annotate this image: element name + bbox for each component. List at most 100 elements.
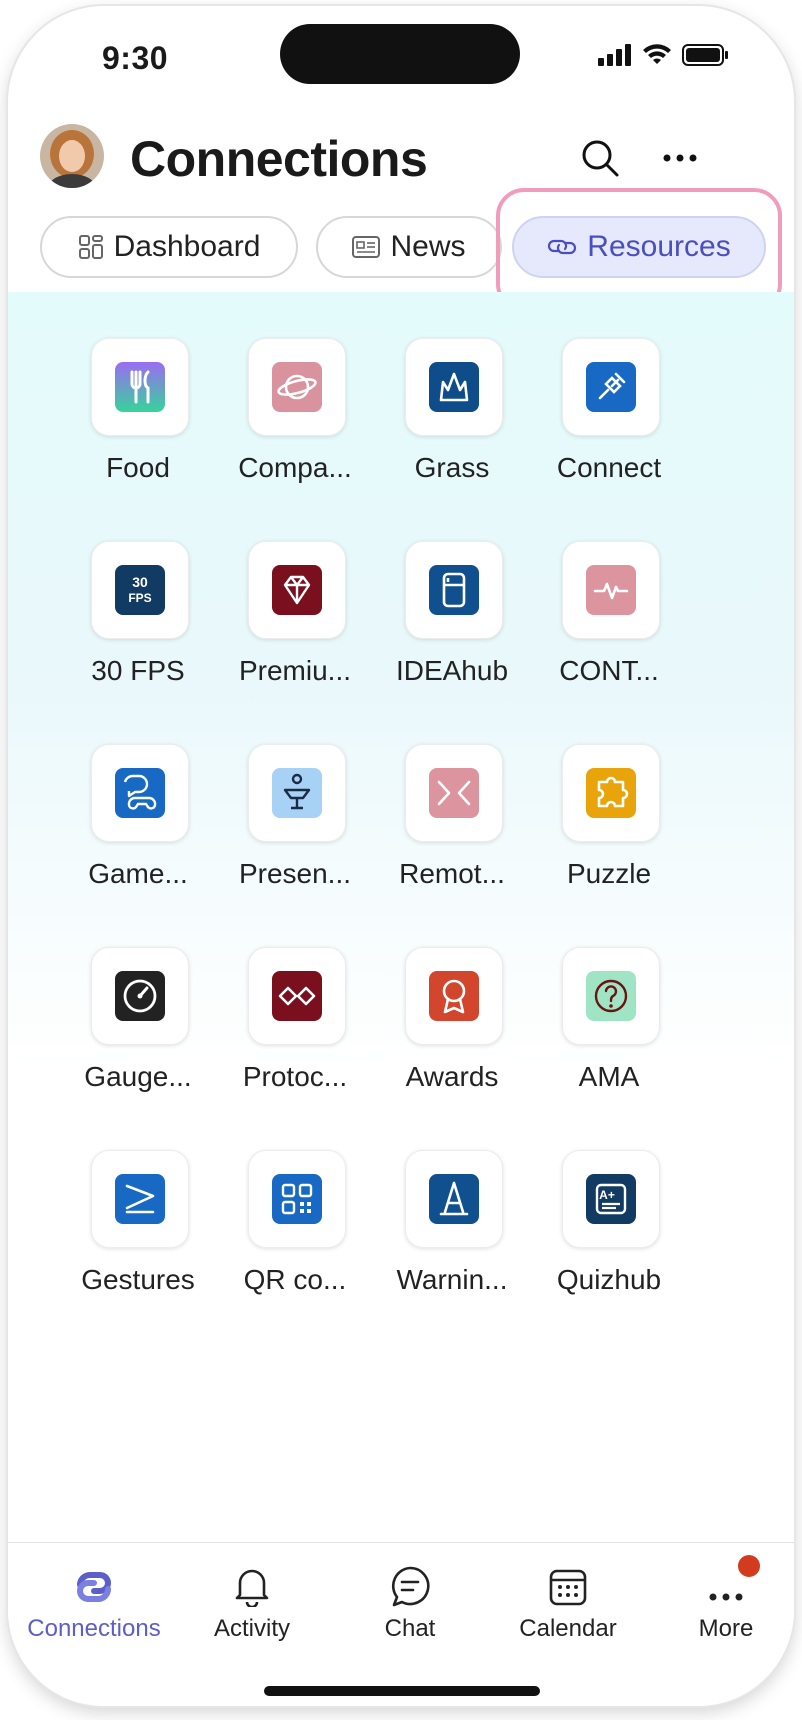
more-options-button[interactable]	[656, 134, 704, 182]
tab-news[interactable]: News	[316, 216, 502, 278]
app-tile-card	[91, 1150, 189, 1248]
nav-more-label: More	[698, 1615, 754, 1642]
gamepad-chat-icon	[115, 768, 165, 818]
search-button[interactable]	[576, 134, 624, 182]
app-tile-card	[248, 744, 346, 842]
bell-icon	[235, 1569, 269, 1607]
nav-chat[interactable]: Chat	[330, 1561, 490, 1643]
app-label: Game...	[88, 858, 188, 889]
app-tile-card	[405, 947, 503, 1045]
app-tile[interactable]: QR co...	[215, 1104, 375, 1295]
app-tile-card	[562, 541, 660, 639]
app-tile[interactable]: Awards	[372, 901, 532, 1092]
question-icon	[586, 971, 636, 1021]
dashboard-icon	[78, 235, 103, 259]
app-tile-card	[405, 1150, 503, 1248]
signal-icon	[598, 44, 631, 66]
app-tile-card	[562, 947, 660, 1045]
remote-icon	[429, 768, 479, 818]
app-label: Protoc...	[242, 1061, 348, 1092]
app-tile[interactable]: IDEAhub	[372, 495, 532, 686]
app-tile-card	[405, 338, 503, 436]
quiz-icon: A+	[586, 1174, 636, 1224]
app-tile[interactable]: 30 FPS 30 FPS	[58, 495, 218, 686]
nav-connections[interactable]: Connections	[14, 1561, 174, 1643]
app-tile[interactable]: Gestures	[58, 1104, 218, 1295]
app-label: Compa...	[238, 452, 352, 483]
app-label: 30 FPS	[91, 655, 185, 686]
nav-calendar-label: Calendar	[519, 1615, 617, 1642]
app-tile-card	[562, 744, 660, 842]
app-tile[interactable]: Game...	[58, 698, 218, 889]
app-tile-card	[405, 541, 503, 639]
app-tile[interactable]: Presen...	[215, 698, 375, 889]
protocol-icon	[272, 971, 322, 1021]
tab-dashboard[interactable]: Dashboard	[40, 216, 298, 278]
app-label: Presen...	[238, 858, 352, 889]
app-tile-card	[91, 338, 189, 436]
nav-activity[interactable]: Activity	[172, 1561, 332, 1643]
app-tile[interactable]: Warnin...	[372, 1104, 532, 1295]
nav-activity-label: Activity	[213, 1615, 290, 1642]
app-label: Warnin...	[396, 1264, 508, 1295]
app-label: AMA	[578, 1061, 640, 1092]
app-tile[interactable]: Food	[58, 292, 218, 483]
notification-badge	[738, 1555, 760, 1577]
warning-cone-icon	[429, 1174, 479, 1224]
app-tile[interactable]: Remot...	[372, 698, 532, 889]
app-label: Quizhub	[556, 1264, 662, 1295]
app-tile[interactable]: CONT...	[529, 495, 689, 686]
app-label: Grass	[414, 452, 490, 483]
avatar[interactable]	[40, 124, 104, 188]
puzzle-icon	[586, 768, 636, 818]
svg-text:30: 30	[132, 574, 148, 590]
bottom-nav: Connections Activity Chat Calendar More	[8, 1542, 794, 1706]
app-tile[interactable]: Gauge...	[58, 901, 218, 1092]
app-label: Awards	[405, 1061, 499, 1092]
app-tile-card	[405, 744, 503, 842]
ellipsis-icon	[663, 154, 697, 162]
app-tile[interactable]: AMA	[529, 901, 689, 1092]
app-tile[interactable]: Premiu...	[215, 495, 375, 686]
app-label: Connect	[556, 452, 662, 483]
app-label: QR co...	[243, 1264, 347, 1295]
gesture-icon	[115, 1174, 165, 1224]
grass-icon	[429, 362, 479, 412]
fps-icon: 30 FPS	[115, 565, 165, 615]
app-tile[interactable]: Connect	[529, 292, 689, 483]
app-tile-card	[248, 947, 346, 1045]
nav-connections-label: Connections	[27, 1615, 161, 1642]
nav-calendar[interactable]: Calendar	[488, 1561, 648, 1643]
app-tile[interactable]: Compa...	[215, 292, 375, 483]
resources-content: Food Compa... Grass Connect 30 FPS 30 FPS Premi…	[8, 292, 794, 1542]
app-label: Food	[106, 452, 170, 483]
app-label: CONT...	[559, 655, 659, 686]
pulse-icon	[586, 565, 636, 615]
app-label: Premiu...	[238, 655, 352, 686]
phone-frame: 9:30 Connections Dashboard News Resource…	[8, 6, 794, 1706]
status-icons	[598, 44, 730, 66]
nav-more[interactable]: More	[646, 1555, 794, 1643]
app-tile-card	[91, 744, 189, 842]
fork-knife-icon	[115, 362, 165, 412]
app-tile-card	[562, 338, 660, 436]
app-label: IDEAhub	[395, 655, 509, 686]
wifi-icon	[643, 44, 671, 64]
calendar-icon	[549, 1569, 587, 1606]
tab-news-label: News	[390, 230, 466, 263]
award-icon	[429, 971, 479, 1021]
app-tile[interactable]: Puzzle	[529, 698, 689, 889]
app-label: Gauge...	[84, 1061, 192, 1092]
app-tile[interactable]: A+ Quizhub	[529, 1104, 689, 1295]
app-tile-card: A+	[562, 1150, 660, 1248]
app-tile-card: 30 FPS	[91, 541, 189, 639]
nav-chat-label: Chat	[384, 1615, 436, 1642]
tab-dashboard-label: Dashboard	[113, 230, 261, 263]
app-tile[interactable]: Protoc...	[215, 901, 375, 1092]
news-icon	[352, 236, 381, 258]
svg-text:A+: A+	[599, 1188, 615, 1202]
svg-text:FPS: FPS	[128, 591, 151, 605]
app-label: Puzzle	[566, 858, 652, 889]
chat-icon	[391, 1566, 430, 1607]
app-tile[interactable]: Grass	[372, 292, 532, 483]
